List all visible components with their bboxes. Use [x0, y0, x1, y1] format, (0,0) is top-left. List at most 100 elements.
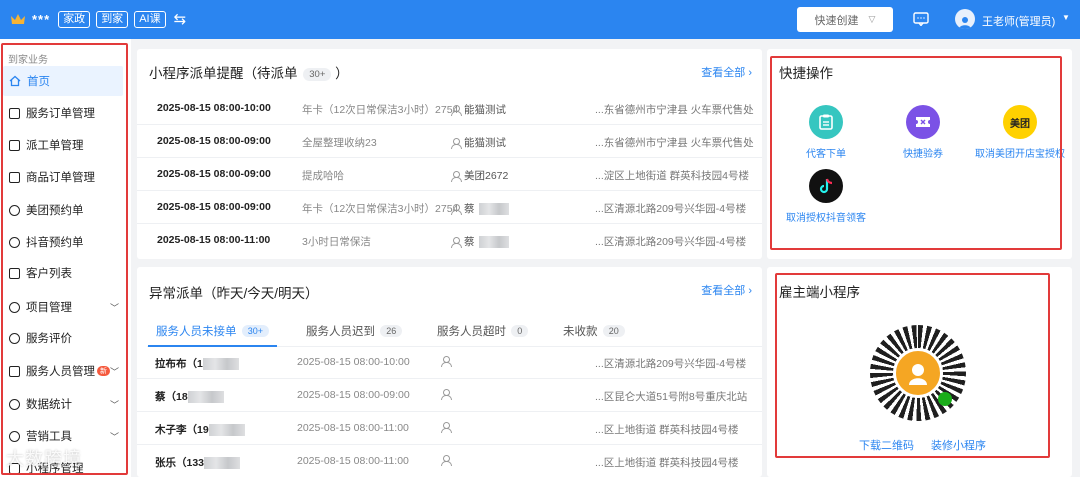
- switch-icon[interactable]: ⇆: [174, 10, 187, 28]
- table-row[interactable]: 2025-08-15 08:00-11:00 3小时日常保洁 蔡 ...区清源北…: [137, 225, 762, 257]
- staff-name-text: 张乐（133: [155, 457, 205, 469]
- sidebar-item-label: 服务人员管理: [26, 366, 95, 378]
- user-label: 美团2672: [464, 170, 509, 182]
- chevron-down-icon: ﹀: [109, 399, 119, 410]
- person-icon: [441, 422, 452, 433]
- order-time: 2025-08-15 08:00-11:00: [297, 422, 409, 434]
- order-address: ...区清源北路209号兴华园-4号楼: [595, 236, 747, 248]
- table-row[interactable]: 2025-08-15 08:00-09:00 年卡（12次日常保洁3小时）275…: [137, 192, 762, 224]
- avatar[interactable]: [955, 9, 975, 29]
- sidebar-item-projects[interactable]: 项目管理 ﹀: [3, 292, 123, 322]
- redacted-text: [202, 358, 239, 371]
- sidebar-item-staff[interactable]: 服务人员管理 新 ﹀: [3, 356, 123, 386]
- caret-down-icon[interactable]: ▼: [1062, 13, 1070, 22]
- heart-icon: [9, 301, 20, 313]
- view-all-link[interactable]: 查看全部 ›: [701, 64, 752, 80]
- order-time: 2025-08-15 08:00-11:00: [157, 234, 271, 246]
- person-icon: [451, 236, 462, 248]
- sidebar-item-dispatch[interactable]: 派工单管理: [3, 130, 123, 160]
- tag-ai-course[interactable]: AI课: [134, 10, 166, 28]
- order-address: ...区上地街道 群英科技园4号楼: [595, 457, 739, 469]
- abnormal-dispatch-panel: 异常派单（昨天/今天/明天） 查看全部 › 服务人员未接单 30+ 服务人员迟到…: [137, 267, 762, 477]
- ticket-icon: [906, 105, 940, 139]
- douyin-logo-icon: [809, 169, 843, 203]
- order-address: ...淀区上地街道 群英科技园4号楼: [595, 170, 750, 182]
- person-icon: [451, 104, 462, 116]
- tag-jiazheng[interactable]: 家政: [58, 10, 91, 28]
- person-icon: [441, 422, 452, 433]
- crown-icon: [11, 14, 25, 24]
- order-service: 全屋整理收纳23: [302, 137, 377, 149]
- sidebar: 到家业务 首页 服务订单管理 派工单管理 商品订单管理 美团预约单 抖音预约单 …: [0, 39, 131, 477]
- sidebar-item-customers[interactable]: 客户列表: [3, 258, 123, 288]
- order-time: 2025-08-15 08:00-09:00: [157, 135, 271, 147]
- sidebar-item-label: 数据统计: [26, 399, 72, 411]
- quick-op-place-order[interactable]: 代客下单: [771, 105, 881, 160]
- tab-not-accepted[interactable]: 服务人员未接单 30+: [148, 323, 277, 347]
- table-row[interactable]: 2025-08-15 08:00-09:00 全屋整理收纳23 能猫测试 ...…: [137, 126, 762, 158]
- user-label: 蔡: [464, 203, 475, 215]
- order-user: 蔡: [451, 201, 509, 216]
- chevron-down-icon: ▽: [868, 14, 876, 24]
- staff-name: 蔡（18: [155, 389, 224, 404]
- tab-count: 30+: [241, 325, 269, 337]
- product-order-icon: [9, 171, 20, 183]
- tag-daojia[interactable]: 到家: [96, 10, 129, 28]
- table-row[interactable]: 2025-08-15 08:00-09:00 提成哈哈 美团2672 ...淀区…: [137, 159, 762, 191]
- abnormal-title: 异常派单（昨天/今天/明天）: [149, 286, 319, 301]
- quick-ops-panel: 快捷操作 代客下单 快捷验券 美团 取消美团开店宝授权 取消授权抖音领客: [767, 49, 1072, 259]
- quick-op-cancel-meituan[interactable]: 美团 取消美团开店宝授权: [965, 105, 1075, 160]
- order-time: 2025-08-15 08:00-09:00: [297, 389, 410, 401]
- redacted-text: [204, 457, 241, 470]
- table-row[interactable]: 拉布布（1 2025-08-15 08:00-10:00 ...区清源北路209…: [137, 347, 762, 379]
- quick-op-verify-coupon[interactable]: 快捷验券: [868, 105, 978, 160]
- decorate-miniapp-link[interactable]: 装修小程序: [931, 437, 986, 453]
- sidebar-item-label: 项目管理: [26, 302, 72, 314]
- sidebar-item-reviews[interactable]: 服务评价: [3, 323, 123, 353]
- sidebar-item-stats[interactable]: 数据统计 ﹀: [3, 389, 123, 419]
- message-icon[interactable]: [913, 12, 929, 26]
- order-time: 2025-08-15 08:00-10:00: [157, 102, 271, 114]
- watermark: 大数跨境: [6, 449, 82, 469]
- order-time: 2025-08-15 08:00-09:00: [157, 168, 271, 180]
- order-icon: [9, 107, 20, 119]
- table-row[interactable]: 木子李（19 2025-08-15 08:00-11:00 ...区上地街道 群…: [137, 413, 762, 445]
- brand-name: ***: [32, 11, 51, 27]
- order-service: 年卡（12次日常保洁3小时）2754: [302, 104, 459, 116]
- sidebar-item-meituan[interactable]: 美团预约单: [3, 195, 123, 225]
- person-icon: [451, 137, 462, 149]
- person-icon: [451, 203, 462, 215]
- quick-create-button[interactable]: 快速创建 ▽: [797, 7, 893, 32]
- wechat-icon: [938, 392, 952, 406]
- sidebar-item-label: 客户列表: [26, 268, 72, 280]
- tab-unpaid[interactable]: 未收款 20: [563, 323, 625, 339]
- quick-op-cancel-douyin[interactable]: 取消授权抖音领客: [771, 169, 881, 224]
- sidebar-item-label: 首页: [27, 76, 50, 88]
- person-icon: [441, 356, 452, 367]
- user-name[interactable]: 王老师(管理员): [982, 13, 1055, 29]
- sidebar-item-douyin[interactable]: 抖音预约单: [3, 227, 123, 257]
- view-all-label: 查看全部: [701, 285, 746, 297]
- order-address: ...东省德州市宁津县 火车票代售处: [595, 104, 754, 116]
- sidebar-item-product-orders[interactable]: 商品订单管理: [3, 162, 123, 192]
- table-row[interactable]: 2025-08-15 08:00-10:00 年卡（12次日常保洁3小时）275…: [137, 93, 762, 125]
- user-icon: [959, 17, 971, 29]
- tab-label: 服务人员超时: [437, 326, 506, 338]
- user-label: 蔡: [464, 236, 475, 248]
- sidebar-item-service-orders[interactable]: 服务订单管理: [3, 98, 123, 128]
- download-qr-link[interactable]: 下载二维码: [859, 437, 914, 453]
- quick-create-label: 快速创建: [814, 14, 859, 27]
- tab-late[interactable]: 服务人员迟到 26: [306, 323, 403, 339]
- sidebar-item-label: 商品订单管理: [26, 172, 95, 184]
- dispatch-reminder-panel: 小程序派单提醒（待派单 30+ ） 查看全部 › 2025-08-15 08:0…: [137, 49, 762, 259]
- table-row[interactable]: 蔡（18 2025-08-15 08:00-09:00 ...区昆仑大道51号附…: [137, 380, 762, 412]
- view-all-label: 查看全部: [701, 67, 746, 79]
- tab-label: 服务人员未接单: [156, 326, 237, 338]
- tab-overtime[interactable]: 服务人员超时 0: [437, 323, 529, 339]
- sidebar-item-home[interactable]: 首页: [3, 66, 123, 96]
- view-all-link[interactable]: 查看全部 ›: [701, 282, 752, 298]
- person-icon: [451, 170, 462, 182]
- table-row[interactable]: 张乐（133 2025-08-15 08:00-11:00 ...区上地街道 群…: [137, 446, 762, 477]
- chevron-down-icon: ﹀: [109, 302, 119, 313]
- user-label: 能猫测试: [464, 104, 506, 116]
